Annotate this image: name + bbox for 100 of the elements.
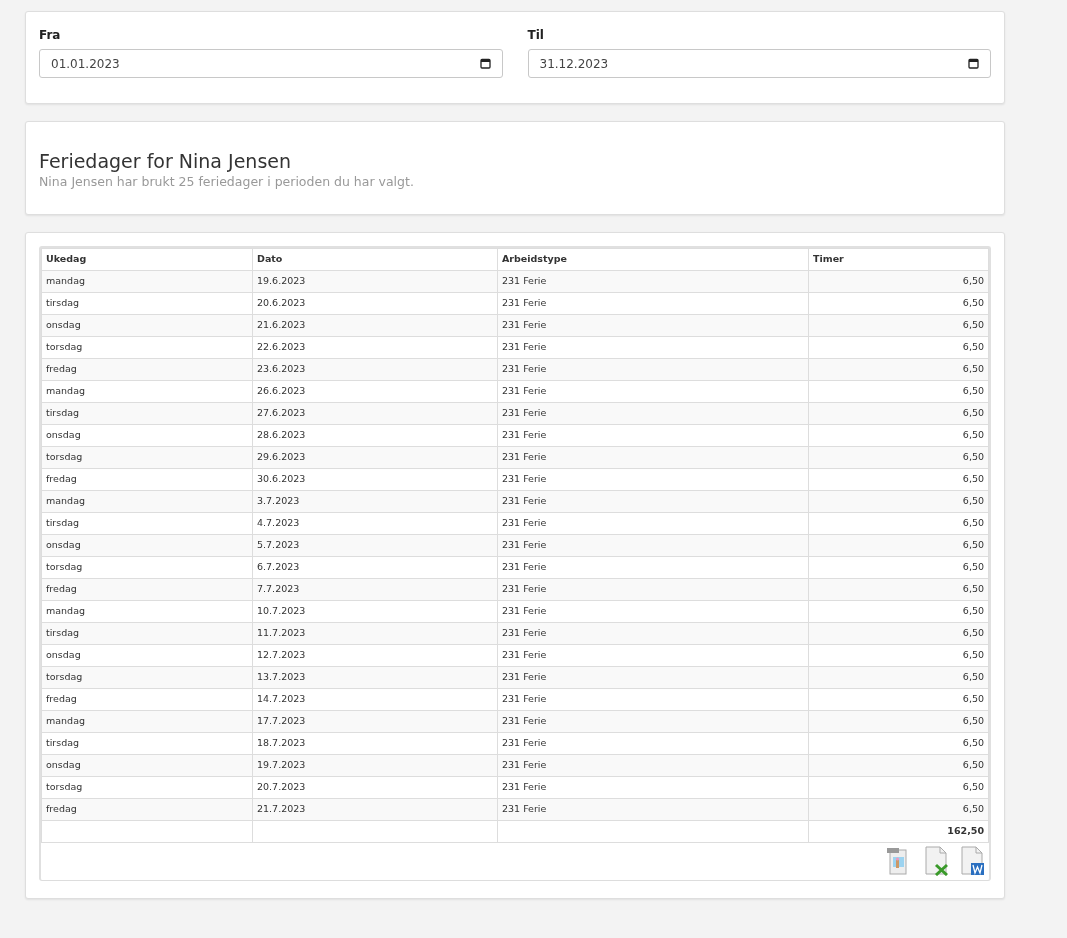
table-cell: 12.7.2023 [252,644,498,667]
table-cell: 11.7.2023 [252,622,498,645]
table-cell: tirsdag [41,622,253,645]
table-cell: 6,50 [808,666,989,689]
field-label: Til [527,27,545,44]
table-cell: 6.7.2023 [252,556,498,579]
table-cell: 6,50 [808,578,989,601]
table-cell: fredag [41,358,253,381]
column-header: Dato [252,248,498,271]
table-cell: 6,50 [808,776,989,799]
word-export-icon[interactable] [960,845,985,876]
table-cell: 17.7.2023 [252,710,498,733]
table-cell: 231 Ferie [497,556,809,579]
table-cell: torsdag [41,336,253,359]
summary-text: Nina Jensen har brukt 25 feriedager i perioden du har valgt. [39,172,415,191]
table-cell: torsdag [41,556,253,579]
table-cell: torsdag [41,446,253,469]
table-cell: 6,50 [808,710,989,733]
table-cell: 26.6.2023 [252,380,498,403]
table-cell: 6,50 [808,534,989,557]
table-cell: 231 Ferie [497,754,809,777]
table-cell: 231 Ferie [497,468,809,491]
table-cell: 18.7.2023 [252,732,498,755]
table-cell: 6,50 [808,512,989,535]
table-cell: 231 Ferie [497,424,809,447]
table-cell: 231 Ferie [497,798,809,821]
calendar-icon[interactable] [479,58,491,69]
table-cell: tirsdag [41,402,253,425]
table-cell: 6,50 [808,314,989,337]
table-cell: onsdag [41,534,253,557]
table-cell: 6,50 [808,446,989,469]
table-cell: 6,50 [808,688,989,711]
table-cell: torsdag [41,776,253,799]
table-cell: 5.7.2023 [252,534,498,557]
excel-export-icon[interactable] [923,845,948,876]
column-header: Ukedag [41,248,253,271]
table-cell: 6,50 [808,622,989,645]
table-cell: 231 Ferie [497,600,809,623]
table-cell: 6,50 [808,798,989,821]
column-header: Arbeidstype [497,248,809,271]
table-cell: 231 Ferie [497,270,809,293]
table-cell: 6,50 [808,270,989,293]
table-cell: 231 Ferie [497,776,809,799]
table-cell: 231 Ferie [497,710,809,733]
table-cell: 14.7.2023 [252,688,498,711]
column-header: Timer [808,248,989,271]
table-cell: onsdag [41,754,253,777]
table-cell: 6,50 [808,424,989,447]
table-cell: 6,50 [808,358,989,381]
table-cell: 231 Ferie [497,336,809,359]
table-cell: 6,50 [808,644,989,667]
table-cell: 4.7.2023 [252,512,498,535]
page-title: Feriedager for Nina Jensen [39,150,292,173]
table-cell: 231 Ferie [497,666,809,689]
table-cell: torsdag [41,666,253,689]
table-cell: fredag [41,468,253,491]
table-cell: 231 Ferie [497,688,809,711]
table-cell: 29.6.2023 [252,446,498,469]
table-cell: tirsdag [41,732,253,755]
table-cell: onsdag [41,314,253,337]
table-cell: 6,50 [808,468,989,491]
table-cell: 231 Ferie [497,402,809,425]
table-cell: 6,50 [808,380,989,403]
table-cell: 231 Ferie [497,446,809,469]
table-cell: tirsdag [41,292,253,315]
table-cell: 23.6.2023 [252,358,498,381]
table-cell: 20.6.2023 [252,292,498,315]
calendar-icon[interactable] [968,58,979,69]
table-cell: mandag [41,270,253,293]
field-label: Fra [39,27,62,44]
table-cell: mandag [41,380,253,403]
table-cell: 6,50 [808,732,989,755]
table-cell: 10.7.2023 [252,600,498,623]
table-cell: 19.6.2023 [252,270,498,293]
table-cell: 22.6.2023 [252,336,498,359]
date-field[interactable]: 01.01.2023 [39,49,503,78]
table-cell: 13.7.2023 [252,666,498,689]
table-cell: mandag [41,600,253,623]
table-cell: onsdag [41,424,253,447]
table-cell: 6,50 [808,754,989,777]
table-cell: 231 Ferie [497,578,809,601]
table-cell: 231 Ferie [497,358,809,381]
table-cell: 6,50 [808,336,989,359]
table-cell: 231 Ferie [497,292,809,315]
table-cell: 231 Ferie [497,644,809,667]
table-cell: 231 Ferie [497,622,809,645]
table-cell: 231 Ferie [497,512,809,535]
table-cell: onsdag [41,644,253,667]
table-cell: 6,50 [808,556,989,579]
table-cell: 231 Ferie [497,732,809,755]
table-cell: 6,50 [808,600,989,623]
table-cell: 6,50 [808,490,989,513]
table-cell: mandag [41,710,253,733]
table-cell: fredag [41,688,253,711]
table-cell: 19.7.2023 [252,754,498,777]
table-cell: fredag [41,578,253,601]
table-cell: 20.7.2023 [252,776,498,799]
table-cell: tirsdag [41,512,253,535]
date-field[interactable]: 31.12.2023 [527,49,991,78]
table-cell: 231 Ferie [497,314,809,337]
